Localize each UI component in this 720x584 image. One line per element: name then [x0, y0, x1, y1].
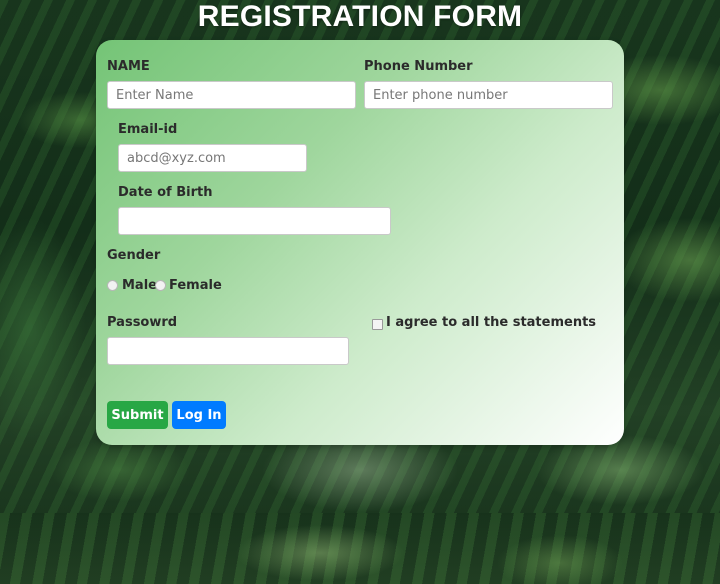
- phone-label: Phone Number: [364, 59, 473, 74]
- gender-male-label: Male: [122, 278, 157, 293]
- name-label: NAME: [107, 59, 150, 74]
- dob-input[interactable]: [118, 207, 391, 235]
- name-input[interactable]: [107, 81, 356, 109]
- login-button[interactable]: Log In: [172, 401, 226, 429]
- agree-label: I agree to all the statements: [386, 315, 597, 330]
- gender-female-label: Female: [169, 278, 222, 293]
- submit-button[interactable]: Submit: [107, 401, 168, 429]
- gender-label: Gender: [107, 248, 161, 263]
- registration-card: NAME Phone Number Email-id Date of Birth…: [96, 40, 624, 445]
- dob-label: Date of Birth: [118, 185, 213, 200]
- password-label: Passowrd: [107, 315, 178, 330]
- email-input[interactable]: [118, 144, 307, 172]
- password-input[interactable]: [107, 337, 349, 365]
- gender-male-radio[interactable]: [107, 280, 118, 291]
- gender-female-radio[interactable]: [155, 280, 166, 291]
- agree-checkbox[interactable]: [372, 319, 383, 330]
- email-label: Email-id: [118, 122, 178, 137]
- phone-input[interactable]: [364, 81, 613, 109]
- background-foliage-bottom: [0, 513, 720, 584]
- page-title: REGISTRATION FORM: [197, 0, 523, 33]
